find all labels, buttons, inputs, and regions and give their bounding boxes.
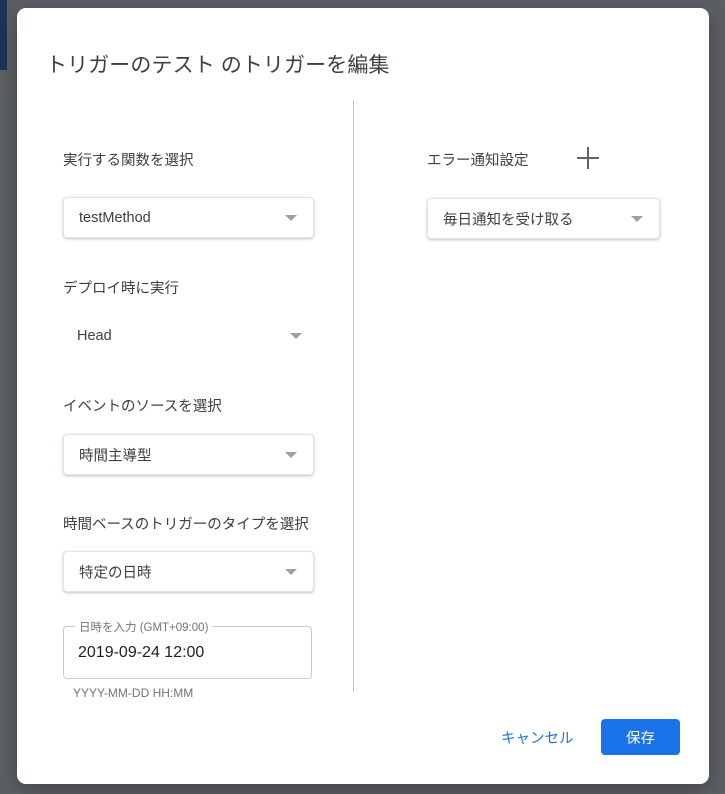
save-button[interactable]: 保存 — [601, 719, 680, 755]
function-select[interactable]: testMethod — [63, 197, 314, 238]
datetime-helper-text: YYYY-MM-DD HH:MM — [73, 686, 194, 700]
column-divider — [353, 100, 354, 692]
deployment-select-label: デプロイ時に実行 — [63, 281, 179, 297]
deployment-select[interactable]: Head — [63, 319, 314, 353]
event-source-select[interactable]: 時間主導型 — [63, 434, 314, 475]
time-trigger-type-select-value: 特定の日時 — [79, 565, 152, 581]
time-trigger-type-select[interactable]: 特定の日時 — [63, 551, 314, 592]
event-source-select-value: 時間主導型 — [79, 448, 152, 464]
chevron-down-icon — [285, 214, 297, 221]
function-select-label: 実行する関数を選択 — [63, 153, 194, 169]
deployment-select-value: Head — [77, 328, 112, 344]
window-edge-strip — [0, 0, 7, 70]
dialog-title: トリガーのテスト のトリガーを編集 — [46, 54, 390, 77]
error-notification-select-value: 毎日通知を受け取る — [443, 212, 574, 228]
chevron-down-icon — [285, 451, 297, 458]
time-trigger-type-select-label: 時間ベースのトリガーのタイプを選択 — [63, 517, 309, 533]
chevron-down-icon — [285, 568, 297, 575]
error-notification-label: エラー通知設定 — [427, 153, 529, 169]
chevron-down-icon — [290, 333, 302, 339]
datetime-input-label: 日時を入力 (GMT+09:00) — [75, 619, 213, 635]
edit-trigger-dialog: トリガーのテスト のトリガーを編集 実行する関数を選択 testMethod デ… — [17, 8, 709, 784]
plus-icon[interactable] — [574, 144, 602, 172]
cancel-button[interactable]: キャンセル — [489, 719, 586, 755]
chevron-down-icon — [631, 215, 643, 222]
datetime-input[interactable]: 日時を入力 (GMT+09:00) 2019-09-24 12:00 — [63, 619, 312, 679]
event-source-select-label: イベントのソースを選択 — [63, 399, 222, 415]
datetime-input-value: 2019-09-24 12:00 — [78, 643, 205, 661]
error-notification-select[interactable]: 毎日通知を受け取る — [427, 198, 660, 239]
function-select-value: testMethod — [79, 209, 151, 226]
